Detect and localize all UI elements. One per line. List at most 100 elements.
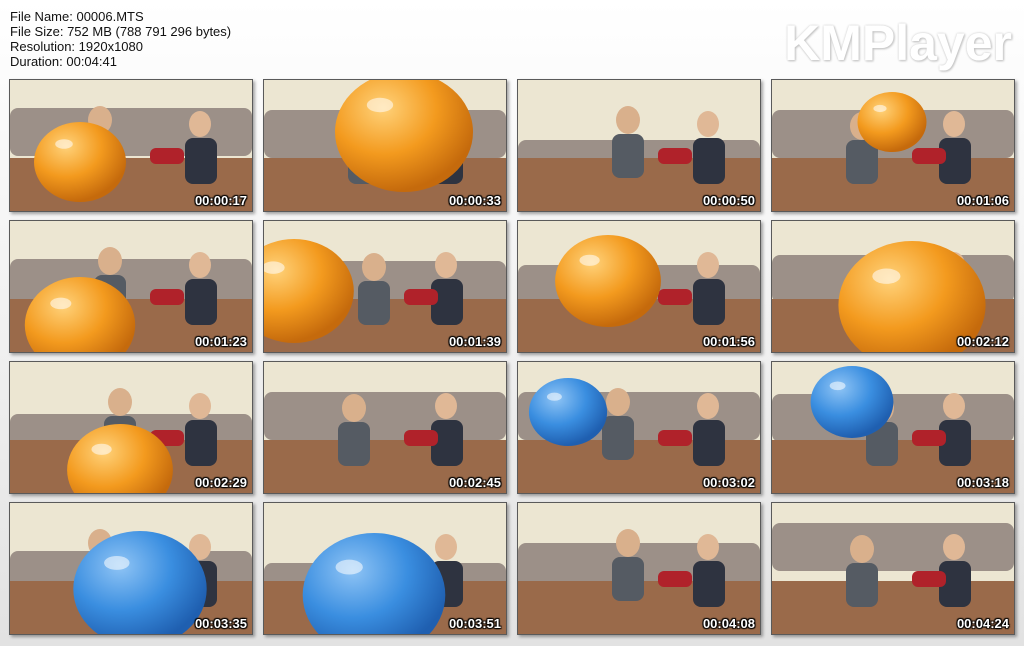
file-size-line: File Size: 752 MB (788 791 296 bytes) — [10, 24, 232, 39]
file-name-line: File Name: 00006.MTS — [10, 9, 144, 24]
person-body — [185, 279, 217, 325]
person-body — [612, 557, 644, 601]
thumbnail-timestamp: 00:04:24 — [956, 616, 1009, 631]
vacuum — [404, 289, 438, 305]
thumbnail-timestamp: 00:03:18 — [956, 475, 1009, 490]
person-body — [185, 420, 217, 466]
sofa — [264, 392, 506, 440]
balloon-highlight — [546, 392, 562, 401]
thumbnail-scene — [518, 362, 760, 493]
video-thumbnail[interactable]: 00:03:02 — [517, 361, 761, 494]
balloon-highlight — [104, 555, 130, 570]
video-thumbnail[interactable]: 00:03:35 — [9, 502, 253, 635]
vacuum — [912, 430, 946, 446]
resolution-line: Resolution: 1920x1080 — [10, 39, 143, 54]
video-thumbnail[interactable]: 00:01:56 — [517, 220, 761, 353]
person-head — [435, 534, 457, 560]
thumbnail-timestamp: 00:01:56 — [702, 334, 755, 349]
video-thumbnail[interactable]: 00:00:50 — [517, 79, 761, 212]
thumbnail-scene — [772, 80, 1014, 211]
person-body — [693, 279, 725, 325]
thumbnail-scene — [518, 221, 760, 352]
vacuum — [658, 289, 692, 305]
vacuum — [658, 148, 692, 164]
balloon — [810, 366, 894, 438]
sofa — [772, 523, 1014, 571]
video-thumbnail[interactable]: 00:04:24 — [771, 502, 1015, 635]
thumbnail-timestamp: 00:01:39 — [448, 334, 501, 349]
balloon-highlight — [873, 104, 887, 113]
person-head — [697, 534, 719, 560]
video-thumbnail[interactable]: 00:00:17 — [9, 79, 253, 212]
person-head — [435, 252, 457, 278]
video-thumbnail[interactable]: 00:01:23 — [9, 220, 253, 353]
balloon — [528, 378, 608, 446]
thumbnail-scene — [772, 362, 1014, 493]
thumbnail-grid: 00:00:17 00:00:33 00:00:50 00:01:06 00:01:23… — [9, 79, 1015, 635]
person-head — [189, 393, 211, 419]
video-thumbnail[interactable]: 00:03:18 — [771, 361, 1015, 494]
balloon — [857, 92, 927, 152]
person-body — [693, 561, 725, 607]
balloon-highlight — [579, 254, 600, 266]
thumbnail-scene — [264, 221, 506, 352]
person-head — [697, 252, 719, 278]
thumbnail-scene — [10, 362, 252, 493]
person-head — [697, 111, 719, 137]
thumbnail-scene — [518, 80, 760, 211]
thumbnail-timestamp: 00:02:45 — [448, 475, 501, 490]
thumbnail-scene — [518, 503, 760, 634]
video-thumbnail[interactable]: 00:02:29 — [9, 361, 253, 494]
person-head — [362, 253, 386, 281]
video-thumbnail[interactable]: 00:01:06 — [771, 79, 1015, 212]
thumbnail-timestamp: 00:00:33 — [448, 193, 501, 208]
duration-line: Duration: 00:04:41 — [10, 54, 117, 69]
video-thumbnail[interactable]: 00:04:08 — [517, 502, 761, 635]
person-head — [342, 394, 366, 422]
thumbnail-timestamp: 00:04:08 — [702, 616, 755, 631]
video-thumbnail[interactable]: 00:00:33 — [263, 79, 507, 212]
person-head — [943, 111, 965, 137]
video-thumbnail[interactable]: 00:03:51 — [263, 502, 507, 635]
balloon-highlight — [872, 268, 901, 284]
person-body — [358, 281, 390, 325]
person-head — [616, 529, 640, 557]
person-head — [98, 247, 122, 275]
thumbnail-scene — [772, 221, 1014, 352]
thumbnail-scene — [264, 503, 506, 634]
person-head — [943, 393, 965, 419]
video-thumbnail[interactable]: 00:02:45 — [263, 361, 507, 494]
person-head — [850, 535, 874, 563]
person-body — [612, 134, 644, 178]
thumbnail-timestamp: 00:03:35 — [194, 616, 247, 631]
balloon-highlight — [91, 443, 112, 455]
balloon — [34, 122, 126, 202]
vacuum — [150, 148, 184, 164]
thumbnail-scene — [264, 362, 506, 493]
video-thumbnail[interactable]: 00:01:39 — [263, 220, 507, 353]
thumbnail-scene — [264, 80, 506, 211]
person-body — [693, 138, 725, 184]
person-head — [606, 388, 630, 416]
kmplayer-logo: KMPlayer — [784, 15, 1012, 71]
balloon-highlight — [366, 97, 394, 113]
thumbnail-scene — [772, 503, 1014, 634]
thumbnail-timestamp: 00:00:50 — [702, 193, 755, 208]
vacuum — [150, 289, 184, 305]
thumbnail-timestamp: 00:01:06 — [956, 193, 1009, 208]
person-body — [602, 416, 634, 460]
person-head — [189, 111, 211, 137]
thumbnail-timestamp: 00:03:51 — [448, 616, 501, 631]
balloon — [555, 235, 661, 327]
balloon-highlight — [335, 559, 363, 575]
person-body — [338, 422, 370, 466]
balloon-highlight — [55, 139, 73, 149]
balloon-highlight — [829, 381, 846, 391]
person-head — [943, 534, 965, 560]
vacuum — [658, 430, 692, 446]
person-head — [616, 106, 640, 134]
video-thumbnail[interactable]: 00:02:12 — [771, 220, 1015, 353]
person-body — [693, 420, 725, 466]
thumbnail-timestamp: 00:00:17 — [194, 193, 247, 208]
person-body — [846, 563, 878, 607]
